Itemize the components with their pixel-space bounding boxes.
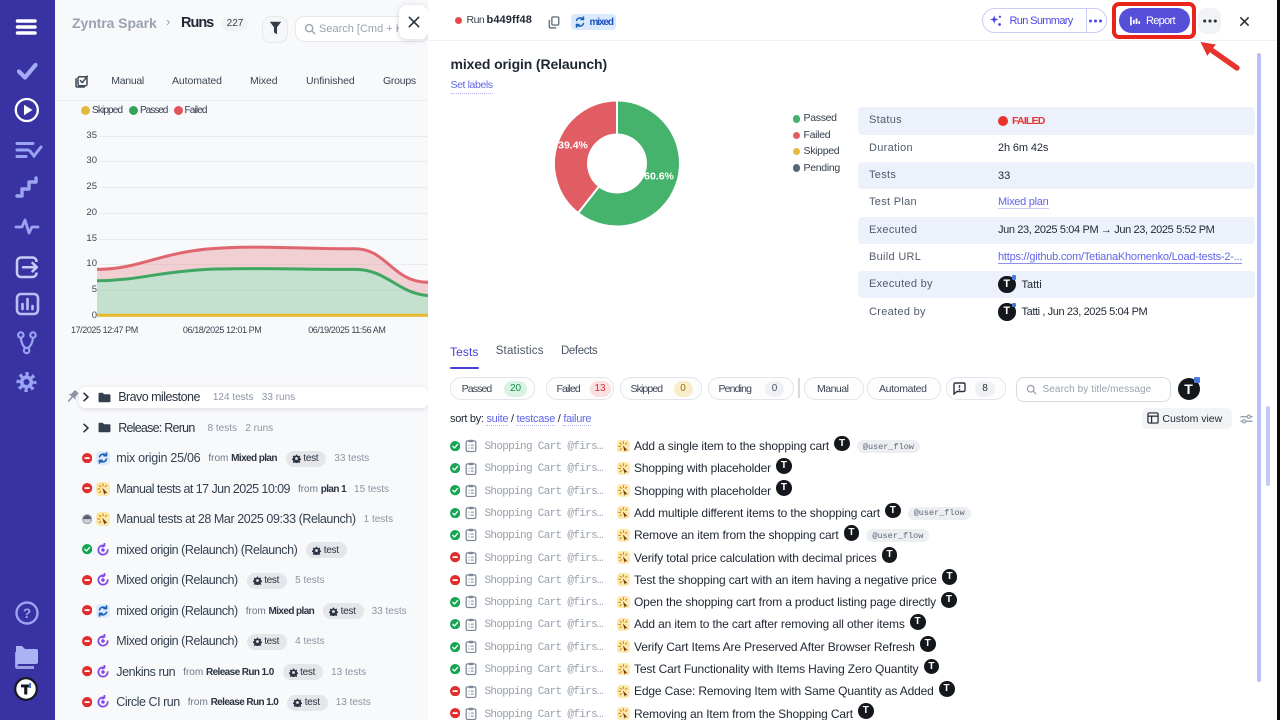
svg-text:?: ? xyxy=(23,606,31,621)
svg-text:39.4%: 39.4% xyxy=(558,140,588,152)
svg-text:60.6%: 60.6% xyxy=(644,171,674,183)
